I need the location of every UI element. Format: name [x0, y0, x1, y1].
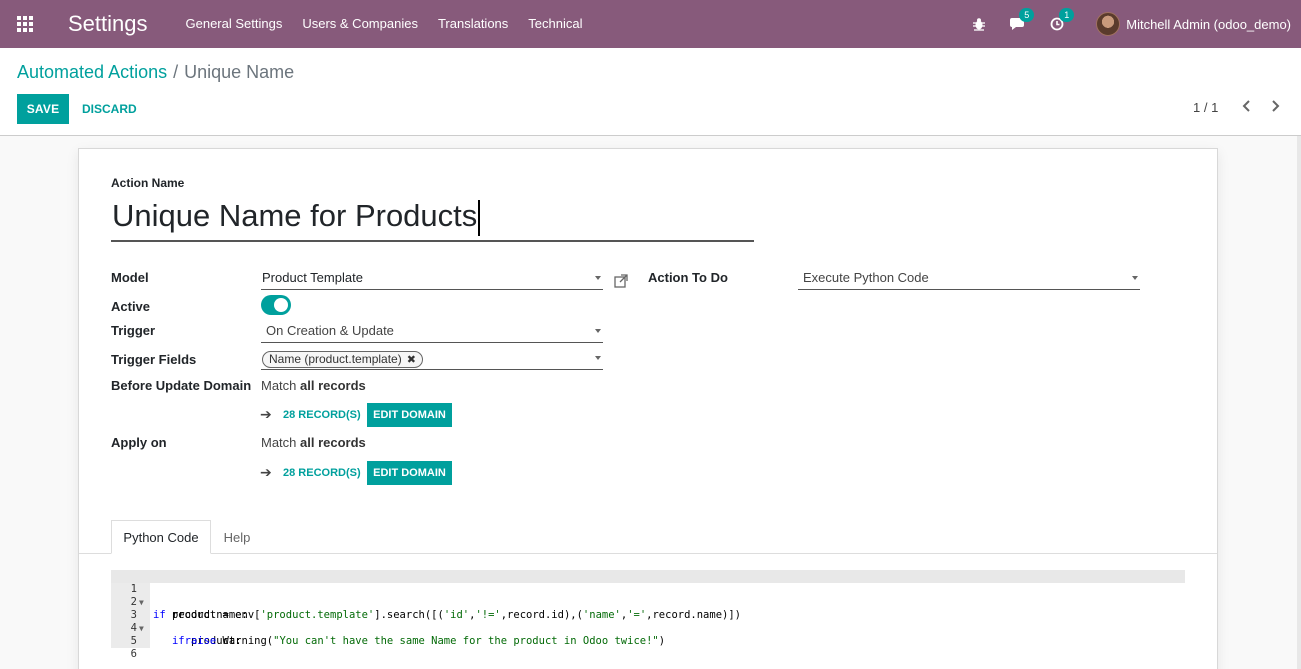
menu-translations[interactable]: Translations [428, 0, 518, 48]
pager-next-icon[interactable] [1270, 99, 1280, 116]
model-value: Product Template [262, 270, 363, 285]
trigger-field-tag[interactable]: Name (product.template) ✖ [262, 351, 423, 368]
activities-clock-icon[interactable]: 1 [1050, 8, 1075, 31]
active-label: Active [111, 299, 151, 314]
before-update-domain-label: Before Update Domain [111, 378, 252, 393]
external-link-icon[interactable] [614, 274, 628, 291]
chevron-down-icon [1132, 276, 1138, 280]
line-number: 6 [130, 648, 137, 660]
trigger-select[interactable]: On Creation & Update [261, 321, 603, 343]
action-name-value: Unique Name for Products [112, 198, 478, 233]
user-menu[interactable]: Mitchell Admin (odoo_demo) [1126, 17, 1291, 32]
page-scrollbar[interactable] [1297, 136, 1301, 669]
arrow-right-icon: ➔ [260, 406, 272, 422]
trigger-value: On Creation & Update [266, 323, 394, 338]
save-button[interactable]: SAVE [17, 94, 69, 124]
action-name-input[interactable]: Unique Name for Products [111, 196, 754, 242]
action-to-do-select[interactable]: Execute Python Code [798, 268, 1140, 290]
trigger-fields-label: Trigger Fields [111, 352, 197, 367]
apply-match-scope: all records [300, 435, 366, 450]
app-title[interactable]: Settings [68, 11, 148, 37]
code-line: 3 ▼ if product: [111, 596, 1185, 647]
breadcrumb-current: Unique Name [184, 62, 295, 82]
tab-python-code[interactable]: Python Code [111, 520, 211, 554]
form-sheet: Action Name Unique Name for Products Mod… [78, 148, 1218, 669]
model-select[interactable]: Product Template [261, 268, 603, 290]
before-records-link[interactable]: 28 RECORD(S) [283, 409, 361, 421]
breadcrumb-separator: / [173, 62, 179, 82]
before-domain-summary: Match all records [261, 378, 366, 393]
menu-users-companies[interactable]: Users & Companies [292, 0, 428, 48]
pager-value[interactable]: 1 / 1 [1193, 100, 1218, 115]
action-to-do-value: Execute Python Code [803, 270, 929, 285]
python-code-editor[interactable]: 1 ▼ if record.name: 2 product = env['pro… [111, 570, 1185, 660]
code-line: 6 [111, 635, 1185, 660]
menu-general-settings[interactable]: General Settings [176, 0, 293, 48]
apply-edit-domain-button[interactable]: EDIT DOMAIN [367, 461, 452, 485]
breadcrumb: Automated Actions / Unique Name [17, 62, 294, 83]
code-line: 5 [111, 622, 1185, 647]
code-line: 1 ▼ if record.name: [111, 570, 1185, 621]
chevron-down-icon [595, 356, 601, 360]
tag-label: Name (product.template) [269, 352, 402, 366]
code-line: 4 raise Warning("You can't have the same… [111, 609, 1185, 647]
before-match-prefix: Match [261, 378, 297, 393]
discard-button[interactable]: DISCARD [82, 94, 137, 124]
chevron-down-icon [595, 276, 601, 280]
toggle-knob [274, 298, 288, 312]
pager-prev-icon[interactable] [1242, 99, 1252, 116]
breadcrumb-parent-link[interactable]: Automated Actions [17, 62, 167, 82]
arrow-right-icon: ➔ [260, 464, 272, 480]
action-name-label: Action Name [111, 176, 185, 190]
apply-match-prefix: Match [261, 435, 297, 450]
model-label: Model [111, 270, 149, 285]
menu-technical[interactable]: Technical [518, 0, 592, 48]
apply-on-label: Apply on [111, 435, 167, 450]
apply-domain-summary: Match all records [261, 435, 366, 450]
trigger-label: Trigger [111, 323, 156, 338]
before-match-scope: all records [300, 378, 366, 393]
text-cursor [478, 199, 481, 236]
code-line: 2 product = env['product.template'].sear… [111, 583, 1185, 621]
before-edit-domain-button[interactable]: EDIT DOMAIN [367, 403, 452, 427]
active-toggle[interactable] [261, 295, 291, 315]
tab-help[interactable]: Help [212, 520, 262, 554]
top-navbar: Settings General Settings Users & Compan… [0, 0, 1301, 48]
debug-bug-icon[interactable] [972, 17, 986, 31]
messages-count-badge: 5 [1019, 8, 1035, 22]
chevron-down-icon [595, 329, 601, 333]
user-avatar[interactable] [1096, 12, 1121, 36]
messages-icon[interactable]: 5 [1010, 8, 1035, 31]
systray: 5 1 Mitchell Admin (odoo_demo) [960, 0, 1291, 48]
remove-tag-icon[interactable]: ✖ [407, 354, 416, 366]
apps-menu-icon[interactable] [0, 0, 50, 48]
action-to-do-label: Action To Do [648, 270, 728, 285]
activities-count-badge: 1 [1059, 8, 1075, 22]
apply-records-link[interactable]: 28 RECORD(S) [283, 467, 361, 479]
control-panel: Automated Actions / Unique Name SAVE DISCA… [0, 48, 1301, 136]
